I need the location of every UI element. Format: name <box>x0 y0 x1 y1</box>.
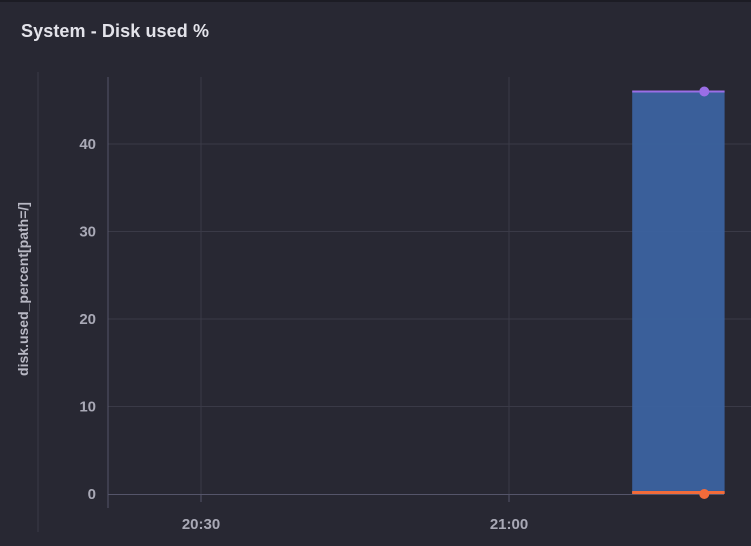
y-tick-label: 20 <box>79 311 96 328</box>
x-tick-label: 21:00 <box>490 516 528 533</box>
y-tick-label: 30 <box>79 224 96 241</box>
disk-used-chart[interactable]: 0 10 20 30 40 20:30 21:00 disk.used_percent[pat… <box>0 2 751 546</box>
series-area <box>632 91 725 494</box>
series-point <box>699 489 710 499</box>
series-point <box>699 86 710 97</box>
chart-panel: System - Disk used % 0 10 20 30 40 20:30 21:00… <box>0 0 751 546</box>
y-tick-label: 0 <box>88 486 96 503</box>
y-axis-label: disk.used_percent[path=/] <box>15 202 31 376</box>
y-tick-label: 10 <box>79 399 96 416</box>
x-tick-label: 20:30 <box>182 516 220 533</box>
y-tick-label: 40 <box>79 136 96 153</box>
